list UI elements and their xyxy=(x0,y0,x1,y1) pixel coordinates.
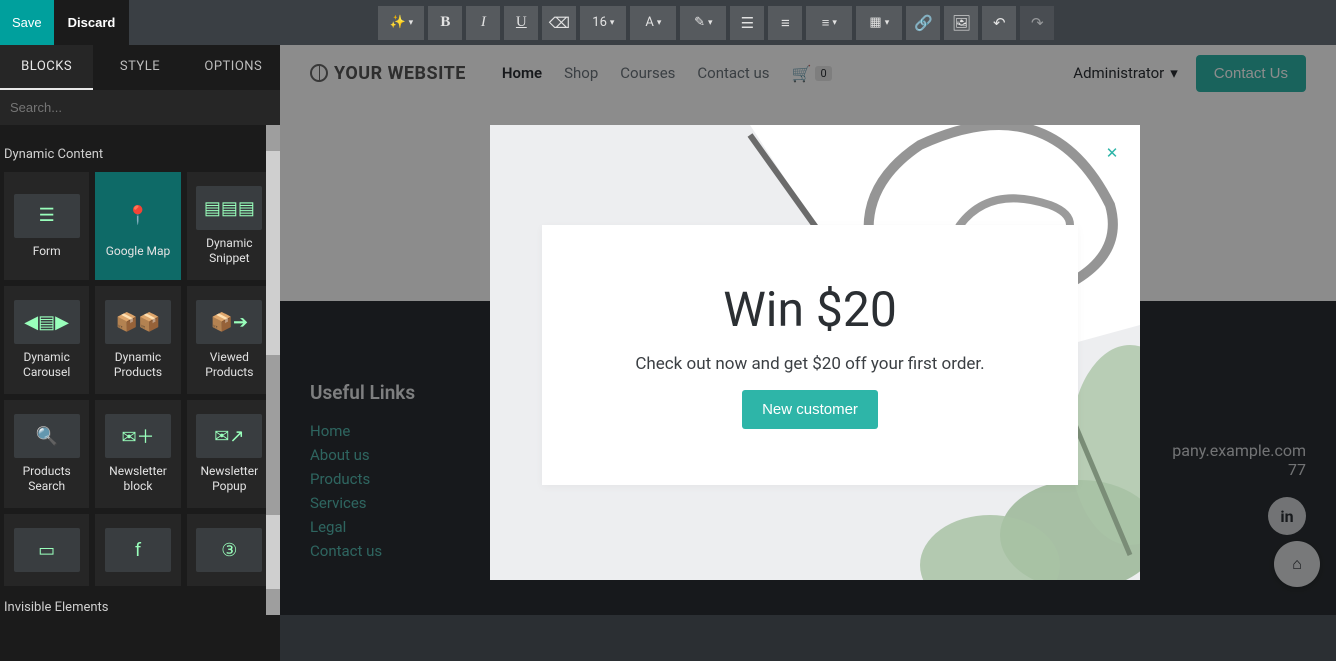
block-label: Form xyxy=(33,244,61,259)
chevron-down-icon: ▾ xyxy=(409,18,414,28)
popup-title: Win $20 xyxy=(723,281,897,338)
chevron-down-icon: ▾ xyxy=(610,18,615,28)
block-google-map[interactable]: 📍 Google Map xyxy=(95,172,180,280)
new-customer-button[interactable]: New customer xyxy=(742,390,878,429)
image-button[interactable]: 🖼 xyxy=(944,6,978,40)
chevron-down-icon: ▾ xyxy=(832,18,837,28)
link-button[interactable]: 🔗 xyxy=(906,6,940,40)
block-extra-1[interactable]: ▭ xyxy=(4,514,89,586)
search-input[interactable] xyxy=(0,90,280,125)
scrollbar-thumb[interactable] xyxy=(266,355,280,515)
scrollbar[interactable] xyxy=(266,125,280,615)
wand-dropdown[interactable]: ✨▾ xyxy=(378,6,424,40)
carousel-icon: ◀▤▶ xyxy=(14,300,80,344)
top-toolbar: Save Discard ✨▾ B I U ⌫ 16▾ A▾ ✎▾ ☰ ≡ ≡▾… xyxy=(0,0,1336,45)
products-search-icon: 🔍 xyxy=(14,414,80,458)
block-label: Viewed Products xyxy=(191,350,268,380)
tab-blocks[interactable]: BLOCKS xyxy=(0,45,93,90)
newsletter-popup-icon: ✉↗ xyxy=(196,414,262,458)
block-form[interactable]: ☰ Form xyxy=(4,172,89,280)
block-label: Dynamic Products xyxy=(99,350,176,380)
page-icon: ▭ xyxy=(14,528,80,572)
text-toolbar: ✨▾ B I U ⌫ 16▾ A▾ ✎▾ ☰ ≡ ≡▾ ▦▾ 🔗 🖼 ↶ ↷ xyxy=(378,0,1054,45)
undo-button[interactable]: ↶ xyxy=(982,6,1016,40)
save-button[interactable]: Save xyxy=(0,0,54,45)
chevron-down-icon: ▾ xyxy=(885,18,890,28)
snippet-icon: ▤▤▤ xyxy=(196,186,262,230)
tab-style[interactable]: STYLE xyxy=(93,45,186,90)
viewed-products-icon: 📦➔ xyxy=(196,300,262,344)
underline-button[interactable]: U xyxy=(504,6,538,40)
newsletter-icon: ✉＋ xyxy=(105,414,171,458)
newsletter-popup: ✕ Win $20 Check out now and get $20 off … xyxy=(490,125,1140,580)
products-icon: 📦📦 xyxy=(105,300,171,344)
table-dropdown[interactable]: ▦▾ xyxy=(856,6,902,40)
font-icon: A xyxy=(645,15,653,30)
brush-icon: ✎ xyxy=(694,15,705,30)
countdown-icon: ③ xyxy=(196,528,262,572)
block-extra-3[interactable]: ③ xyxy=(187,514,272,586)
block-label: Products Search xyxy=(8,464,85,494)
tab-options[interactable]: OPTIONS xyxy=(187,45,280,90)
form-icon: ☰ xyxy=(14,194,80,238)
discard-button[interactable]: Discard xyxy=(54,0,130,45)
category-dynamic-content: Dynamic Content xyxy=(0,133,276,172)
bullet-list-button[interactable]: ☰ xyxy=(730,6,764,40)
font-size-dropdown[interactable]: 16▾ xyxy=(580,6,626,40)
popup-content-card: Win $20 Check out now and get $20 off yo… xyxy=(542,225,1078,485)
category-invisible-elements: Invisible Elements xyxy=(0,586,276,615)
align-dropdown[interactable]: ≡▾ xyxy=(806,6,852,40)
popup-subtitle: Check out now and get $20 off your first… xyxy=(635,354,984,374)
block-label: Dynamic Carousel xyxy=(8,350,85,380)
chevron-down-icon: ▾ xyxy=(708,18,713,28)
font-size-value: 16 xyxy=(592,15,607,30)
block-dynamic-carousel[interactable]: ◀▤▶ Dynamic Carousel xyxy=(4,286,89,394)
popup-close-button[interactable]: ✕ xyxy=(1098,139,1126,167)
block-viewed-products[interactable]: 📦➔ Viewed Products xyxy=(187,286,272,394)
block-newsletter-popup[interactable]: ✉↗ Newsletter Popup xyxy=(187,400,272,508)
numbered-list-button[interactable]: ≡ xyxy=(768,6,802,40)
align-icon: ≡ xyxy=(822,15,830,31)
redo-button[interactable]: ↷ xyxy=(1020,6,1054,40)
font-color-dropdown[interactable]: A▾ xyxy=(630,6,676,40)
table-icon: ▦ xyxy=(869,15,881,30)
scroll-down-button[interactable] xyxy=(266,589,280,615)
map-pin-icon: 📍 xyxy=(105,194,171,238)
eraser-button[interactable]: ⌫ xyxy=(542,6,576,40)
block-products-search[interactable]: 🔍 Products Search xyxy=(4,400,89,508)
highlight-dropdown[interactable]: ✎▾ xyxy=(680,6,726,40)
block-dynamic-snippet[interactable]: ▤▤▤ Dynamic Snippet xyxy=(187,172,272,280)
chevron-down-icon: ▾ xyxy=(657,18,662,28)
block-label: Dynamic Snippet xyxy=(191,236,268,266)
wand-icon: ✨ xyxy=(389,15,405,30)
scroll-up-button[interactable] xyxy=(266,125,280,151)
editor-sidebar: BLOCKS STYLE OPTIONS Dynamic Content ☰ Fo… xyxy=(0,45,280,615)
block-label: Newsletter block xyxy=(99,464,176,494)
block-newsletter[interactable]: ✉＋ Newsletter block xyxy=(95,400,180,508)
close-icon: ✕ xyxy=(1106,144,1119,162)
facebook-icon: f xyxy=(105,528,171,572)
sidebar-tabs: BLOCKS STYLE OPTIONS xyxy=(0,45,280,90)
block-label: Google Map xyxy=(106,244,171,259)
italic-button[interactable]: I xyxy=(466,6,500,40)
bold-button[interactable]: B xyxy=(428,6,462,40)
block-label: Newsletter Popup xyxy=(191,464,268,494)
block-dynamic-products[interactable]: 📦📦 Dynamic Products xyxy=(95,286,180,394)
block-extra-2[interactable]: f xyxy=(95,514,180,586)
